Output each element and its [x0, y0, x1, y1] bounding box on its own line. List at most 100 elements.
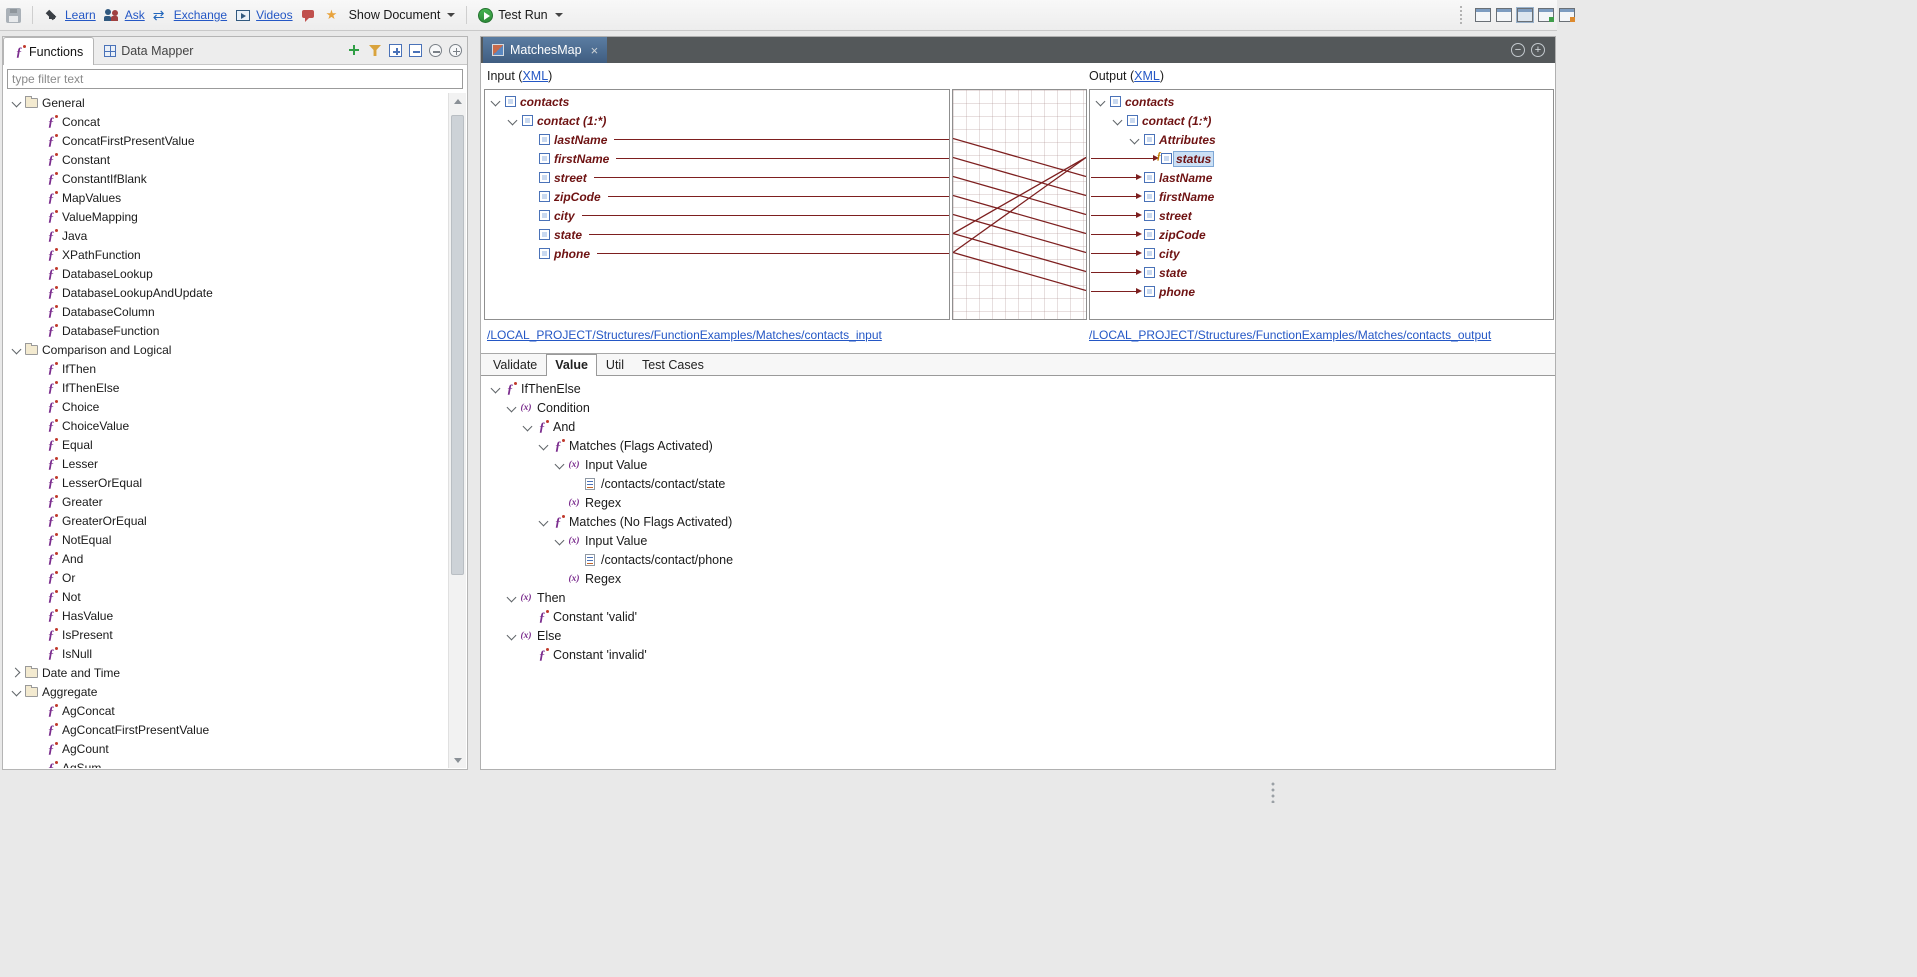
close-icon[interactable]: [591, 44, 599, 57]
tree-item[interactable]: Aggregate: [4, 682, 448, 701]
tree-item[interactable]: Matches (No Flags Activated): [481, 512, 1555, 531]
exchange-link[interactable]: Exchange: [174, 8, 227, 22]
tree-item[interactable]: Then: [481, 588, 1555, 607]
tree-item[interactable]: Comparison and Logical: [4, 340, 448, 359]
tree-item[interactable]: lastName: [1090, 168, 1553, 187]
perspective-run-icon[interactable]: [1538, 8, 1554, 22]
tree-item[interactable]: Attributes: [1090, 130, 1553, 149]
tab-util[interactable]: Util: [597, 354, 633, 375]
tree-item[interactable]: Input Value: [481, 455, 1555, 474]
tree-item[interactable]: Regex: [481, 493, 1555, 512]
tree-item[interactable]: Lesser: [4, 454, 448, 473]
chevron-down-icon[interactable]: [489, 382, 502, 395]
chevron-right-icon[interactable]: [10, 666, 23, 679]
chevron-down-icon[interactable]: [553, 458, 566, 471]
editor-tab-matchesmap[interactable]: MatchesMap: [483, 37, 607, 63]
tree-item[interactable]: Concat: [4, 112, 448, 131]
tree-item[interactable]: And: [4, 549, 448, 568]
chevron-down-icon[interactable]: [10, 96, 23, 109]
tree-item[interactable]: AgConcat: [4, 701, 448, 720]
tree-item[interactable]: Constant 'invalid': [481, 645, 1555, 664]
learn-link[interactable]: Learn: [65, 8, 96, 22]
tree-item[interactable]: status: [1090, 149, 1553, 168]
mapping-line[interactable]: [953, 215, 1086, 253]
tree-item[interactable]: lastName: [485, 130, 949, 149]
tree-item[interactable]: Or: [4, 568, 448, 587]
chevron-down-icon[interactable]: [537, 439, 550, 452]
output-xml-link[interactable]: XML: [1134, 69, 1160, 83]
mapping-line[interactable]: [953, 234, 1086, 272]
tree-item[interactable]: ConstantIfBlank: [4, 169, 448, 188]
scroll-thumb[interactable]: [451, 115, 464, 575]
filter-input[interactable]: [7, 69, 463, 89]
tree-item[interactable]: zipCode: [485, 187, 949, 206]
tree-item[interactable]: street: [1090, 206, 1553, 225]
tree-item[interactable]: AgConcatFirstPresentValue: [4, 720, 448, 739]
perspective-mapping-icon[interactable]: [1517, 8, 1533, 22]
save-icon[interactable]: [6, 8, 21, 23]
tree-item[interactable]: ConcatFirstPresentValue: [4, 131, 448, 150]
tree-item[interactable]: Java: [4, 226, 448, 245]
toolbar-grip[interactable]: [1460, 6, 1467, 24]
tree-item[interactable]: Condition: [481, 398, 1555, 417]
tree-item[interactable]: phone: [1090, 282, 1553, 301]
learn-link-group[interactable]: Learn: [44, 7, 96, 23]
tree-item[interactable]: XPathFunction: [4, 245, 448, 264]
tree-item[interactable]: ChoiceValue: [4, 416, 448, 435]
minimize-view-icon[interactable]: [429, 44, 442, 57]
mapping-line[interactable]: [953, 158, 1086, 196]
tree-item[interactable]: GreaterOrEqual: [4, 511, 448, 530]
tab-test-cases[interactable]: Test Cases: [633, 354, 713, 375]
output-structure-link[interactable]: /LOCAL_PROJECT/Structures/FunctionExampl…: [1089, 328, 1491, 342]
mapping-line[interactable]: [953, 158, 1086, 234]
tree-item[interactable]: And: [481, 417, 1555, 436]
chevron-down-icon[interactable]: [1111, 114, 1124, 127]
maximize-editor-icon[interactable]: [1531, 43, 1545, 57]
tree-item[interactable]: IfThenElse: [481, 379, 1555, 398]
input-xml-link[interactable]: XML: [522, 69, 548, 83]
mapping-canvas[interactable]: [952, 89, 1087, 320]
chevron-down-icon[interactable]: [1128, 133, 1141, 146]
tree-item[interactable]: Equal: [4, 435, 448, 454]
tree-item[interactable]: IsNull: [4, 644, 448, 663]
exchange-link-group[interactable]: Exchange: [153, 7, 227, 23]
tree-item[interactable]: MapValues: [4, 188, 448, 207]
tab-value[interactable]: Value: [546, 354, 597, 376]
perspective-resource-icon[interactable]: [1496, 8, 1512, 22]
tree-item[interactable]: HasValue: [4, 606, 448, 625]
scroll-down-icon[interactable]: [451, 753, 464, 766]
tree-item[interactable]: DatabaseFunction: [4, 321, 448, 340]
mapping-line[interactable]: [953, 158, 1086, 253]
minimize-editor-icon[interactable]: [1511, 43, 1525, 57]
tree-item[interactable]: AgCount: [4, 739, 448, 758]
chevron-down-icon[interactable]: [10, 685, 23, 698]
tree-item[interactable]: contact (1:*): [1090, 111, 1553, 130]
tree-item[interactable]: IfThenElse: [4, 378, 448, 397]
tree-item[interactable]: contacts: [1090, 92, 1553, 111]
mapping-line[interactable]: [953, 253, 1086, 291]
collapse-all-icon[interactable]: [409, 44, 422, 57]
chevron-down-icon[interactable]: [505, 591, 518, 604]
ask-link-group[interactable]: Ask: [104, 7, 145, 23]
tree-item[interactable]: Regex: [481, 569, 1555, 588]
tree-item[interactable]: Constant: [4, 150, 448, 169]
videos-link-group[interactable]: Videos: [235, 7, 292, 23]
tree-item[interactable]: Date and Time: [4, 663, 448, 682]
splitter-handle[interactable]: [1271, 781, 1275, 803]
tree-item[interactable]: zipCode: [1090, 225, 1553, 244]
chevron-down-icon[interactable]: [1094, 95, 1107, 108]
test-run-button[interactable]: Test Run: [478, 8, 562, 23]
tree-item[interactable]: LesserOrEqual: [4, 473, 448, 492]
mapping-line[interactable]: [953, 196, 1086, 234]
maximize-view-icon[interactable]: [449, 44, 462, 57]
tree-item[interactable]: contact (1:*): [485, 111, 949, 130]
tree-item[interactable]: phone: [485, 244, 949, 263]
perspective-help-icon[interactable]: [1559, 8, 1575, 22]
tree-item[interactable]: city: [485, 206, 949, 225]
expand-all-icon[interactable]: [389, 44, 402, 57]
show-document-dropdown[interactable]: Show Document: [349, 8, 456, 22]
tree-item[interactable]: NotEqual: [4, 530, 448, 549]
open-perspective-icon[interactable]: [1475, 8, 1491, 22]
chevron-down-icon[interactable]: [505, 629, 518, 642]
tree-item[interactable]: Not: [4, 587, 448, 606]
